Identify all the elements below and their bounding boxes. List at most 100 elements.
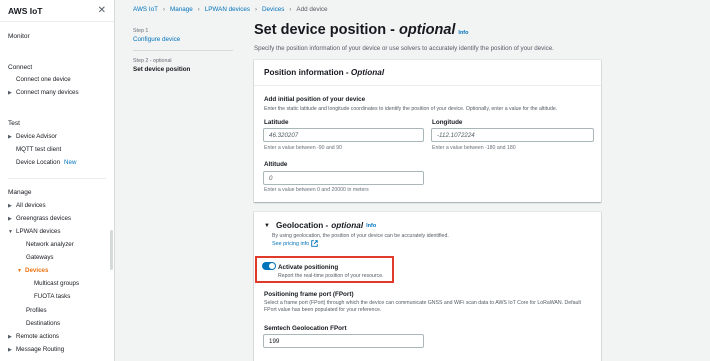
breadcrumb-devices[interactable]: Devices (262, 6, 284, 13)
longitude-label: Longitude (432, 119, 463, 126)
info-link[interactable]: Info (458, 30, 468, 36)
new-badge: New (64, 159, 77, 166)
sidebar-item-label: Destinations (26, 320, 61, 327)
sidebar-item-network-analyzer[interactable]: Network analyzer (26, 241, 74, 248)
step-2-current: Set device position (133, 66, 191, 73)
sidebar-item-monitor[interactable]: Monitor (0, 33, 30, 40)
sidebar-item-connect-one-device[interactable]: Connect one device (16, 76, 71, 83)
geolocation-description: By using geolocation, the position of yo… (272, 233, 449, 239)
sidebar-item-label: Device Location (16, 159, 61, 166)
chevron-right-icon: › (197, 6, 200, 13)
sidebar-item-label: Profiles (26, 307, 47, 314)
page-title-optional: optional (399, 22, 456, 38)
position-panel-header: Position information - Optional (254, 60, 601, 86)
sidebar-item-device-advisor[interactable]: ▶ Device Advisor (8, 133, 57, 140)
sidebar: AWS IoT ✕ Monitor Connect Connect one de… (0, 0, 115, 361)
sidebar-item-label: MQTT test client (16, 146, 62, 153)
sidebar-heading-manage: Manage (8, 189, 32, 196)
frame-port-label: Positioning frame port (FPort) (264, 291, 354, 298)
sidebar-item-label: Connect many devices (16, 89, 79, 96)
sidebar-title: AWS IoT (8, 5, 43, 16)
sidebar-item-label: FUOTA tasks (34, 293, 71, 300)
sidebar-item-label: Devices (25, 267, 49, 274)
semtech-fport-input[interactable]: 199 (263, 334, 424, 348)
sidebar-item-label: LPWAN devices (16, 228, 61, 235)
sidebar-item-device-location[interactable]: Device Location New (16, 159, 76, 166)
sidebar-item-connect-many-devices[interactable]: ▶ Connect many devices (8, 89, 79, 96)
geolocation-info-link[interactable]: Info (366, 223, 376, 229)
longitude-input[interactable]: -112.1072224 (431, 128, 594, 142)
sidebar-item-devices[interactable]: ▼ Devices (17, 267, 48, 274)
sidebar-item-mqtt-test-client[interactable]: MQTT test client (16, 146, 61, 153)
external-link-icon (311, 240, 318, 247)
frame-port-description-line-1: Select a frame port (FPort) through whic… (264, 300, 581, 306)
see-pricing-link[interactable]: See pricing info (272, 240, 318, 247)
breadcrumb-aws-iot[interactable]: AWS IoT (133, 6, 158, 13)
position-panel-optional: Optional (350, 68, 385, 77)
sidebar-item-multicast-groups[interactable]: Multicast groups (34, 280, 79, 287)
breadcrumb-manage[interactable]: Manage (170, 6, 193, 13)
see-pricing-label: See pricing info (272, 240, 310, 247)
caret-down-icon: ▼ (17, 267, 22, 274)
sidebar-item-lpwan-devices[interactable]: ▼ LPWAN devices (8, 228, 60, 235)
sidebar-item-label: Greengrass devices (16, 215, 72, 222)
latitude-label: Latitude (264, 119, 289, 126)
sidebar-item-message-routing[interactable]: ▶ Message Routing (8, 346, 64, 353)
add-position-description: Enter the static latitude and longitude … (264, 106, 558, 112)
sidebar-item-label: Connect one device (16, 76, 71, 83)
sidebar-heading-connect: Connect (8, 64, 33, 71)
geolocation-header[interactable]: ▼ Geolocation - optional Info (264, 221, 376, 230)
caret-right-icon: ▶ (8, 333, 12, 340)
sidebar-item-label: Gateways (26, 254, 54, 261)
sidebar-item-greengrass-devices[interactable]: ▶ Greengrass devices (8, 215, 71, 222)
page-title: Set device position - optional Info (254, 22, 469, 38)
sidebar-header: AWS IoT ✕ (0, 0, 114, 22)
chevron-right-icon: › (289, 6, 292, 13)
altitude-input[interactable]: 0 (263, 171, 424, 185)
sidebar-item-label: All devices (16, 202, 46, 209)
sidebar-item-destinations[interactable]: Destinations (26, 320, 60, 327)
sidebar-heading-test: Test (8, 120, 20, 127)
sidebar-item-gateways[interactable]: Gateways (26, 254, 54, 261)
highlight-box (255, 256, 394, 283)
frame-port-description-line-2: FPort value has been populated for your … (264, 307, 382, 313)
step-divider (133, 50, 233, 51)
breadcrumb: AWS IoT › Manage › LPWAN devices › Devic… (133, 6, 328, 13)
semtech-fport-label: Semtech Geolocation FPort (264, 325, 347, 332)
sidebar-item-label: Remote actions (16, 333, 59, 340)
close-icon[interactable]: ✕ (98, 5, 106, 16)
geolocation-optional: optional (331, 221, 364, 230)
chevron-right-icon: › (255, 6, 257, 13)
latitude-hint: Enter a value between -90 and 90 (264, 145, 342, 151)
sidebar-item-remote-actions[interactable]: ▶ Remote actions (8, 333, 59, 340)
add-position-label: Add initial position of your device (264, 96, 366, 103)
caret-down-icon: ▼ (8, 228, 13, 235)
caret-right-icon: ▶ (8, 202, 12, 209)
sidebar-item-label: Network analyzer (26, 241, 74, 248)
chevron-right-icon: › (162, 6, 165, 13)
step-2-number: Step 2 - optional (133, 58, 172, 64)
sidebar-item-profiles[interactable]: Profiles (26, 307, 47, 314)
position-information-panel: Position information - Optional Add init… (254, 60, 601, 202)
sidebar-item-label: Message Routing (16, 346, 65, 353)
sidebar-item-label: Multicast groups (34, 280, 80, 287)
geolocation-panel: ▼ Geolocation - optional Info By using ge… (254, 212, 601, 361)
breadcrumb-add-device: Add device (296, 6, 328, 13)
sidebar-item-label: Device Advisor (16, 133, 57, 140)
sidebar-divider (8, 178, 106, 179)
caret-right-icon: ▶ (8, 215, 12, 222)
altitude-label: Altitude (264, 161, 288, 168)
step-1-number: Step 1 (133, 28, 149, 34)
sidebar-item-fuota-tasks[interactable]: FUOTA tasks (34, 293, 70, 300)
caret-right-icon: ▶ (8, 89, 12, 96)
sidebar-item-all-devices[interactable]: ▶ All devices (8, 202, 46, 209)
altitude-hint: Enter a value between 0 and 20000 in met… (264, 187, 369, 193)
caret-right-icon: ▶ (8, 133, 12, 140)
sidebar-scrollbar[interactable] (110, 230, 113, 270)
breadcrumb-lpwan-devices[interactable]: LPWAN devices (205, 6, 250, 13)
latitude-input[interactable]: 46.320207 (263, 128, 424, 142)
caret-right-icon: ▶ (8, 346, 12, 353)
caret-down-icon: ▼ (264, 222, 270, 229)
page-description: Specify the position information of your… (254, 45, 554, 52)
step-1-link[interactable]: Configure device (133, 36, 180, 43)
